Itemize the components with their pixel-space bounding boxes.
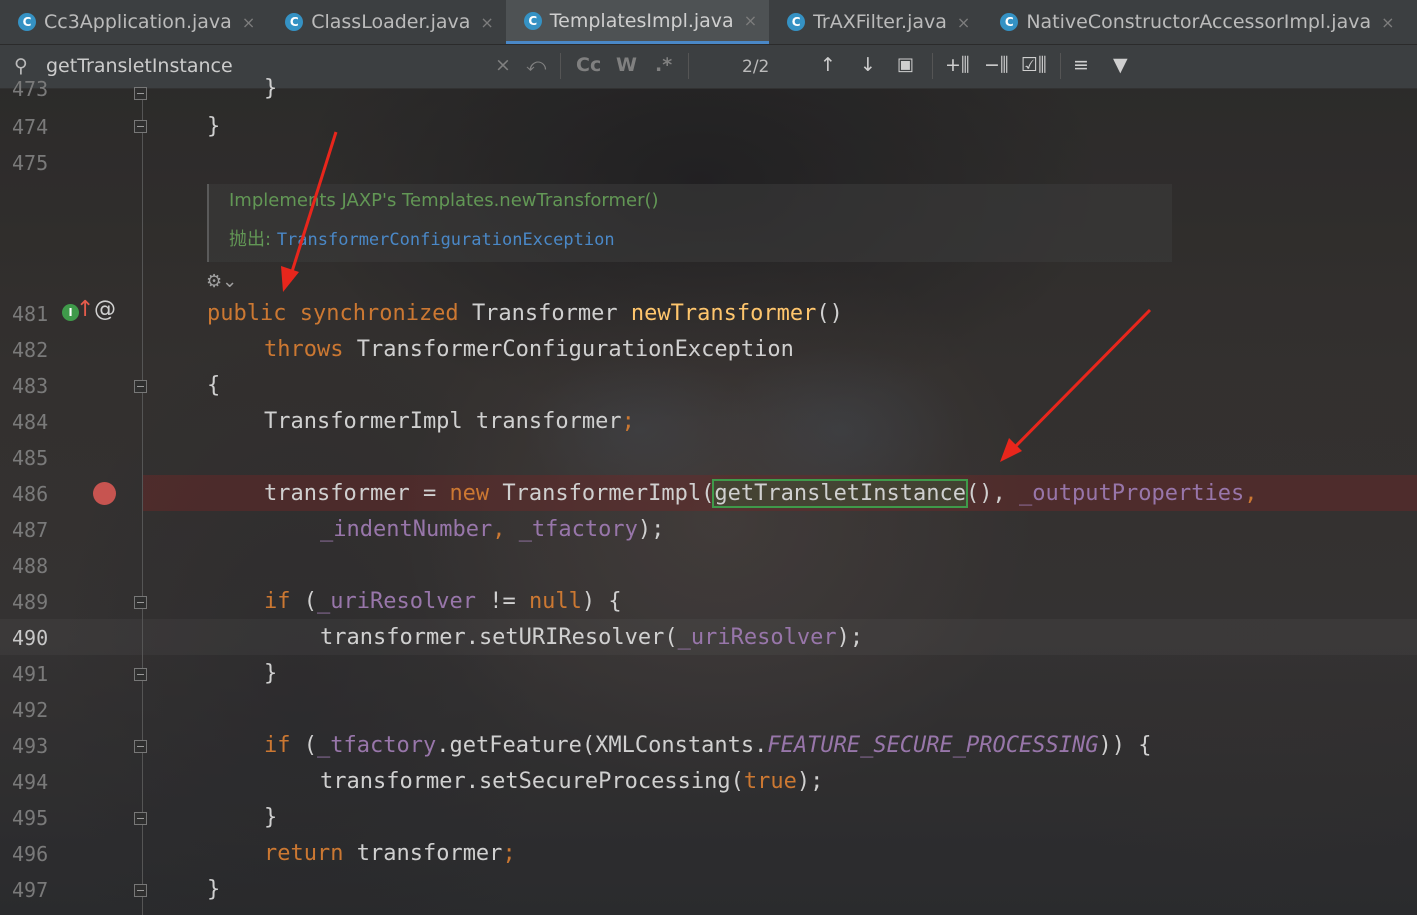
annotation-arrow bbox=[1000, 308, 1152, 462]
annotation-arrows bbox=[281, 131, 1152, 462]
annotation-arrow bbox=[281, 131, 338, 292]
